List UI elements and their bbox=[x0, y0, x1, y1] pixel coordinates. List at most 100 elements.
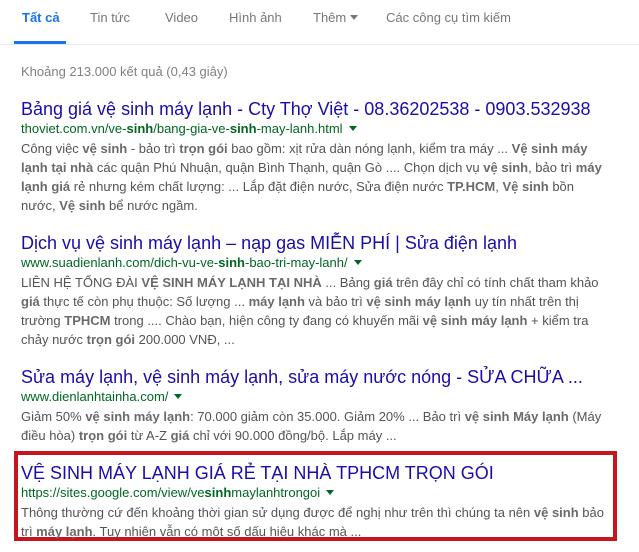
snippet-text: . Tuy nhiên vẫn có một số dấu hiệu khác … bbox=[92, 524, 362, 539]
snippet-line: nước, Vệ sinh bể nước ngầm. bbox=[21, 196, 619, 215]
snippet-text: + kiểm tra bbox=[527, 313, 589, 328]
snippet-text: Giảm 50% bbox=[21, 409, 86, 424]
snippet-keyword: máy lạnh bbox=[36, 524, 93, 539]
snippet-keyword: máy bbox=[575, 160, 602, 175]
result-url: www.suadienlanh.com/dich-vu-ve-sinh-bao-… bbox=[21, 254, 621, 271]
url-segment: www.suadienlanh.com/dich-vu-ve- bbox=[21, 255, 219, 270]
snippet-text: Thông thường cứ đến khoảng thời gian sử … bbox=[21, 505, 534, 520]
snippet-keyword: TPHCM bbox=[64, 313, 111, 328]
snippet-text: - bảo trì bbox=[127, 141, 180, 156]
snippet-keyword: trọn gói bbox=[86, 332, 136, 347]
tab-all[interactable]: Tất cả bbox=[22, 10, 60, 25]
tab-videos[interactable]: Video bbox=[165, 10, 198, 25]
snippet-text: 200.000 VNĐ, ... bbox=[135, 332, 235, 347]
snippet-keyword: vệ sinh bbox=[533, 505, 579, 520]
snippet-line: Thông thường cứ đến khoảng thời gian sử … bbox=[21, 503, 619, 522]
result-title-link[interactable]: Dịch vụ vệ sinh máy lạnh – nạp gas MIỄN … bbox=[21, 232, 621, 254]
snippet-line: lạnh tại nhà các quận Phú Nhuận, quận Bì… bbox=[21, 158, 619, 177]
snippet-keyword: vệ sinh máy lạnh bbox=[85, 409, 191, 424]
url-segment: -may-lanh.html bbox=[256, 121, 343, 136]
tab-news[interactable]: Tin tức bbox=[90, 10, 130, 25]
result-url: https://sites.google.com/view/vesinhmayl… bbox=[21, 484, 621, 501]
snippet-text: bể nước ngầm. bbox=[105, 198, 198, 213]
result-url-text[interactable]: www.dienlanhtainha.com/ bbox=[21, 389, 168, 404]
chevron-down-icon bbox=[350, 15, 359, 21]
tab-more[interactable]: Thêm bbox=[313, 10, 359, 25]
snippet-text: bảo bbox=[578, 505, 604, 520]
search-result: Sửa máy lạnh, vệ sinh máy lạnh, sửa máy … bbox=[21, 366, 621, 445]
snippet-keyword: giá bbox=[170, 428, 190, 443]
snippet-line: giá thực tế còn phụ thuộc: Số lượng ... … bbox=[21, 292, 619, 311]
snippet-line: LIÊN HỆ TỔNG ĐÀI VỆ SINH MÁY LẠNH TẠI NH… bbox=[21, 273, 619, 292]
snippet-keyword: Vệ sinh bbox=[59, 198, 106, 213]
snippet-keyword: vệ sinh Máy lạnh bbox=[464, 409, 569, 424]
snippet-keyword: Vệ sinh máy bbox=[511, 141, 588, 156]
tab-images[interactable]: Hình ảnh bbox=[229, 10, 282, 25]
result-url-text[interactable]: https://sites.google.com/view/vesinhmayl… bbox=[21, 485, 320, 500]
snippet-text: từ A-Z bbox=[127, 428, 171, 443]
snippet-line: trì máy lạnh. Tuy nhiên vẫn có một số dấ… bbox=[21, 522, 619, 541]
snippet-keyword: TP.HCM bbox=[447, 179, 496, 194]
snippet-text: ... Bảng bbox=[321, 275, 374, 290]
snippet-keyword: lạnh giá bbox=[21, 179, 71, 194]
snippet-keyword: lạnh tại nhà bbox=[21, 160, 94, 175]
search-result: Bảng giá vệ sinh máy lạnh - Cty Thợ Việt… bbox=[21, 98, 621, 215]
snippet-line: chảy nước trọn gói 200.000 VNĐ, ... bbox=[21, 330, 619, 349]
result-url: thoviet.com.vn/ve-sinh/bang-gia-ve-sinh-… bbox=[21, 120, 621, 137]
snippet-text: trì bbox=[21, 524, 37, 539]
snippet-text: LIÊN HỆ TỔNG ĐÀI bbox=[21, 275, 142, 290]
snippet-text: : 70.000 giảm còn 35.000. Giảm 20% ... B… bbox=[190, 409, 465, 424]
snippet-text: điều hòa) bbox=[21, 428, 79, 443]
snippet-line: Giảm 50% vệ sinh máy lạnh: 70.000 giảm c… bbox=[21, 407, 619, 426]
tab-more-label: Thêm bbox=[313, 10, 347, 25]
snippet-text: bồn bbox=[548, 179, 575, 194]
result-url-text[interactable]: thoviet.com.vn/ve-sinh/bang-gia-ve-sinh-… bbox=[21, 121, 343, 136]
snippet-keyword: vệ sinh máy lạnh bbox=[422, 313, 528, 328]
tab-search-tools[interactable]: Các công cụ tìm kiếm bbox=[386, 10, 511, 25]
result-title-link[interactable]: Sửa máy lạnh, vệ sinh máy lạnh, sửa máy … bbox=[21, 366, 621, 388]
url-dropdown-icon[interactable] bbox=[326, 490, 335, 496]
url-segment: thoviet.com.vn/ve- bbox=[21, 121, 127, 136]
url-keyword: sinh bbox=[218, 255, 245, 270]
result-stats: Khoảng 213.000 kết quả (0,43 giây) bbox=[21, 64, 228, 79]
result-title-link[interactable]: Bảng giá vệ sinh máy lạnh - Cty Thợ Việt… bbox=[21, 98, 621, 120]
snippet-keyword: vệ sinh máy lạnh bbox=[366, 294, 472, 309]
snippet-text: thực tế còn phụ thuộc: Số lượng ... bbox=[39, 294, 249, 309]
snippet-text: , bảo trì bbox=[528, 160, 576, 175]
url-dropdown-icon[interactable] bbox=[348, 126, 357, 132]
url-keyword: sinh bbox=[204, 485, 232, 500]
snippet-text: và bảo trì bbox=[304, 294, 367, 309]
result-title-link[interactable]: VỆ SINH MÁY LẠNH GIÁ RẺ TẠI NHÀ TPHCM TR… bbox=[21, 462, 621, 484]
snippet-text: trong .... Chào bạn, hiện công ty đang c… bbox=[110, 313, 423, 328]
snippet-text: chỉ với 90.000 đồng/bộ. Lắp máy ... bbox=[189, 428, 397, 443]
result-snippet: Công việc vệ sinh - bảo trì trọn gói bao… bbox=[21, 139, 619, 215]
search-tabs: Tất cả Tin tức Video Hình ảnh Thêm Các c… bbox=[0, 0, 639, 45]
active-tab-indicator bbox=[14, 41, 66, 44]
snippet-text: Công việc bbox=[21, 141, 83, 156]
url-segment: -bao-tri-may-lanh/ bbox=[245, 255, 348, 270]
snippet-keyword: vệ sinh bbox=[82, 141, 128, 156]
snippet-text: (Máy bbox=[568, 409, 602, 424]
search-result-highlighted: VỆ SINH MÁY LẠNH GIÁ RẺ TẠI NHÀ TPHCM TR… bbox=[21, 462, 621, 541]
url-dropdown-icon[interactable] bbox=[353, 260, 362, 266]
url-segment: www.dienlanhtainha.com/ bbox=[21, 389, 169, 404]
snippet-text: nước, bbox=[21, 198, 60, 213]
url-segment: maylanhtrongoi bbox=[231, 485, 321, 500]
result-snippet: Thông thường cứ đến khoảng thời gian sử … bbox=[21, 503, 619, 541]
url-dropdown-icon[interactable] bbox=[174, 394, 183, 400]
snippet-keyword: giá bbox=[373, 275, 393, 290]
snippet-text: các quận Phú Nhuận, quận Bình Thạnh, quậ… bbox=[93, 160, 484, 175]
result-url-text[interactable]: www.suadienlanh.com/dich-vu-ve-sinh-bao-… bbox=[21, 255, 348, 270]
snippet-text: uy tín nhất trên thị bbox=[471, 294, 579, 309]
snippet-keyword: trọn gói bbox=[179, 141, 228, 156]
snippet-keyword: máy lạnh bbox=[248, 294, 305, 309]
snippet-keyword: Vệ sinh bbox=[502, 179, 549, 194]
url-segment: /bang-gia-ve- bbox=[153, 121, 230, 136]
result-url: www.dienlanhtainha.com/ bbox=[21, 388, 621, 405]
url-keyword: sinh bbox=[229, 121, 257, 136]
snippet-line: Công việc vệ sinh - bảo trì trọn gói bao… bbox=[21, 139, 619, 158]
snippet-text: chảy nước bbox=[21, 332, 87, 347]
snippet-text: trường bbox=[21, 313, 65, 328]
url-segment: https://sites.google.com/view/ve bbox=[21, 485, 205, 500]
snippet-line: điều hòa) trọn gói từ A-Z giá chỉ với 90… bbox=[21, 426, 619, 445]
